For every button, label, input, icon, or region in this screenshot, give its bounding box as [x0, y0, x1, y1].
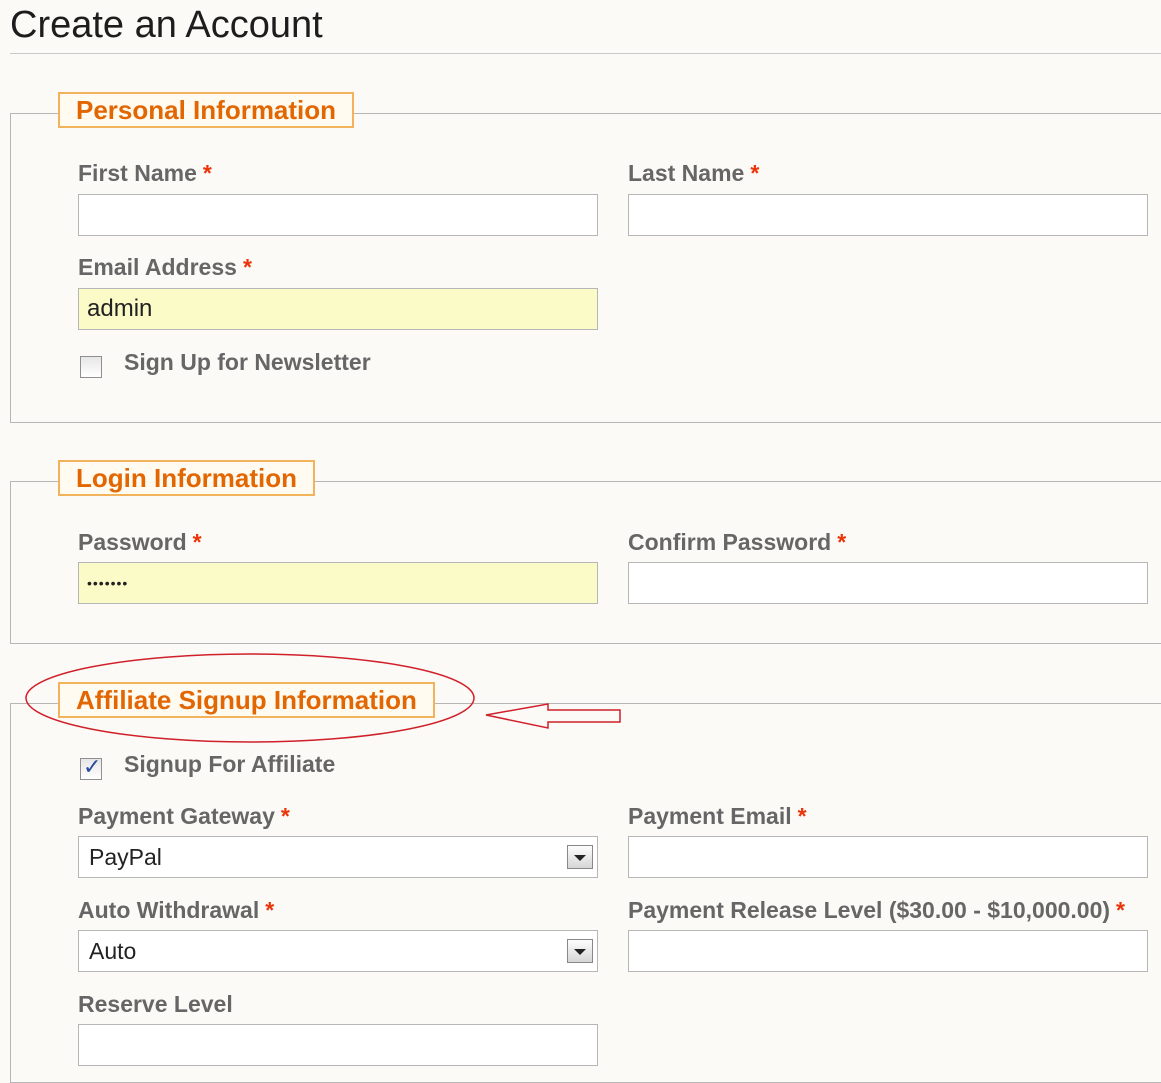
payment-release-level-label: Payment Release Level ($30.00 - $10,000.…: [628, 897, 1125, 923]
payment-email-label: Payment Email *: [628, 803, 807, 829]
auto-withdrawal-select[interactable]: Auto: [78, 930, 598, 972]
required-mark: *: [837, 529, 847, 555]
newsletter-checkbox[interactable]: [80, 356, 102, 378]
page-title: Create an Account: [10, 4, 323, 46]
required-mark: *: [797, 803, 807, 829]
confirm-password-input[interactable]: [628, 562, 1148, 604]
payment-email-input[interactable]: [628, 836, 1148, 878]
first-name-input[interactable]: [78, 194, 598, 236]
chevron-down-icon[interactable]: [567, 939, 593, 963]
newsletter-label: Sign Up for Newsletter: [124, 349, 371, 375]
required-mark: *: [242, 254, 252, 280]
required-mark: *: [192, 529, 202, 555]
required-mark: *: [202, 160, 212, 186]
signup-affiliate-label: Signup For Affiliate: [124, 751, 336, 777]
password-label: Password *: [78, 529, 202, 555]
chevron-down-icon[interactable]: [567, 845, 593, 869]
title-divider: [10, 53, 1161, 54]
signup-affiliate-checkbox[interactable]: [80, 755, 102, 780]
payment-gateway-value: PayPal: [89, 844, 162, 870]
reserve-level-input[interactable]: [78, 1024, 598, 1066]
auto-withdrawal-value: Auto: [89, 938, 137, 964]
payment-release-level-input[interactable]: [628, 930, 1148, 972]
auto-withdrawal-label: Auto Withdrawal *: [78, 897, 275, 923]
first-name-label: First Name *: [78, 160, 212, 186]
reserve-level-label: Reserve Level: [78, 991, 233, 1017]
personal-information-legend: Personal Information: [58, 92, 355, 128]
password-input[interactable]: •••••••: [78, 562, 598, 604]
confirm-password-label: Confirm Password *: [628, 529, 847, 555]
email-address-input[interactable]: [78, 288, 598, 330]
required-mark: *: [1116, 897, 1125, 923]
affiliate-signup-legend: Affiliate Signup Information: [58, 682, 435, 718]
last-name-input[interactable]: [628, 194, 1148, 236]
payment-gateway-label: Payment Gateway *: [78, 803, 290, 829]
last-name-label: Last Name *: [628, 160, 760, 186]
payment-gateway-select[interactable]: PayPal: [78, 836, 598, 878]
required-mark: *: [750, 160, 760, 186]
required-mark: *: [280, 803, 290, 829]
required-mark: *: [265, 897, 275, 923]
email-address-label: Email Address *: [78, 254, 252, 280]
login-information-legend: Login Information: [58, 460, 315, 496]
